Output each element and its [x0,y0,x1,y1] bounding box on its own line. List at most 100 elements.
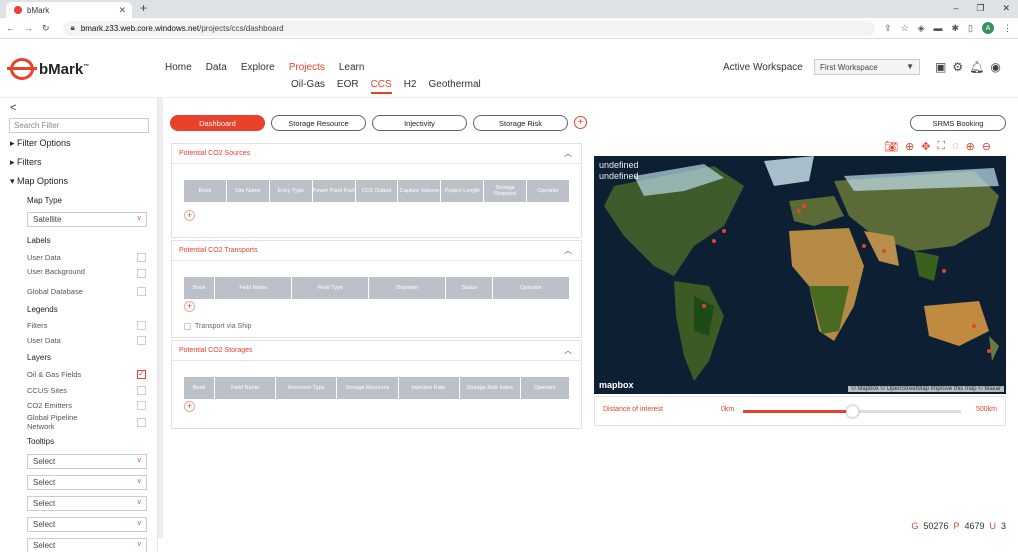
chevron-up-icon[interactable]: ︿ [564,148,572,159]
column-header[interactable]: Field Name [215,277,293,299]
column-header[interactable]: Reservoir Type [276,377,338,399]
column-header[interactable]: Site Name [227,180,270,202]
section-map-options[interactable]: ▾ Map Options [10,176,68,187]
section-filter-options[interactable]: ▸ Filter Options [10,138,71,149]
sidepanel-icon[interactable]: ▯ [968,23,973,34]
apps-icon[interactable]: ▣ [935,60,946,74]
nav-learn[interactable]: Learn [339,62,365,73]
select-box-icon[interactable]: ⛶ [937,140,945,153]
close-tab-icon[interactable]: ✕ [118,5,126,16]
collapse-sidebar-icon[interactable]: < [10,102,16,114]
column-header[interactable]: Storage Resource [337,377,399,399]
forward-icon[interactable]: → [24,23,33,33]
zoom-box-icon[interactable]: ⊕ [905,140,914,153]
add-storage-row-button[interactable]: + [184,401,195,412]
column-header[interactable]: Injection Rate [399,377,460,399]
column-header[interactable]: Fluid Type [292,277,370,299]
column-header[interactable]: Book [184,277,216,299]
layer-ccus-sites-checkbox[interactable] [137,386,146,395]
column-header[interactable]: Field Name [215,377,277,399]
legend-user-data-checkbox[interactable] [137,336,146,345]
add-tab-button[interactable]: + [574,116,587,129]
nav-home[interactable]: Home [165,62,192,73]
pan-icon[interactable]: ✥ [921,140,930,153]
label-user-background-checkbox[interactable] [137,269,146,278]
restore-icon[interactable]: ❐ [976,3,984,14]
settings-gear-icon[interactable]: ⚙ [952,60,963,74]
logo[interactable]: bMark™ [7,58,89,80]
distance-slider-knob[interactable] [846,405,859,418]
column-header[interactable]: Operator [493,277,569,299]
tooltip-select-5[interactable]: Select v [27,538,147,552]
tab-injectivity[interactable]: Injectivity [372,115,467,131]
close-window-icon[interactable]: ✕ [1002,3,1010,14]
tab-dashboard[interactable]: Dashboard [170,115,265,131]
subnav-h2[interactable]: H2 [404,79,417,94]
column-header[interactable]: Status [446,277,493,299]
nav-data[interactable]: Data [206,62,227,73]
legend-filters-checkbox[interactable] [137,321,146,330]
column-header[interactable]: CO2 Output [356,180,399,202]
workspace-select[interactable]: First Workspace ▼ [814,59,920,75]
layer-co2-emitters-checkbox[interactable] [137,401,146,410]
column-header[interactable]: Storage Required [484,180,528,202]
map-type-select[interactable]: Satellite v [27,212,147,227]
puzzle-icon[interactable]: ✱ [952,23,960,34]
srms-booking-button[interactable]: SRMS Booking [910,115,1006,131]
nav-projects[interactable]: Projects [289,62,325,73]
tooltip-select-1[interactable]: Select v [27,454,147,469]
column-header[interactable]: Operator [527,180,569,202]
transport-via-ship[interactable]: Transport via Ship [184,323,252,330]
nav-explore[interactable]: Explore [241,62,275,73]
add-source-row-button[interactable]: + [184,210,195,221]
search-filter-input[interactable]: Search Filter [9,118,149,133]
tooltip-select-4[interactable]: Select v [27,517,147,532]
new-tab-button[interactable]: + [140,1,147,15]
extension-icon[interactable]: ◈ [918,23,925,34]
subnav-ccs[interactable]: CCS [370,79,392,94]
column-header[interactable]: Book [184,180,227,202]
layer-oil-gas-fields-checkbox[interactable] [137,369,146,379]
browser-tab[interactable]: bMark ✕ [6,2,132,18]
camera-icon[interactable]: 📷︎ [884,140,898,153]
satellite-map[interactable]: undefined undefined mapbox © Mapbox © Op… [594,156,1006,394]
chevron-up-icon[interactable]: ︿ [564,345,572,356]
profile-avatar[interactable]: A [982,22,994,34]
url-field[interactable]: 🔒︎ bmark.z33.web.core.windows.net/projec… [62,20,875,36]
tooltip-select-3[interactable]: Select v [27,496,147,511]
column-header[interactable]: Diameter [369,277,447,299]
tab-storage-risk[interactable]: Storage Risk [473,115,568,131]
user-account-icon[interactable]: ◉ [990,60,1000,74]
sidebar-scrollbar[interactable] [158,98,163,538]
column-header[interactable]: Storage Risk Index [460,377,521,399]
bell-icon[interactable]: 🔔︎ [969,60,984,74]
column-header[interactable]: Entry Type [270,180,313,202]
transport-via-ship-checkbox[interactable] [184,323,191,330]
lasso-icon[interactable]: ◌ [952,140,959,153]
label-user-data-checkbox[interactable] [137,253,146,262]
reload-icon[interactable]: ↻ [42,23,50,34]
chevron-up-icon[interactable]: ︿ [564,245,572,256]
map-attribution[interactable]: © Mapbox © OpenStreetMap Improve this ma… [848,386,1004,392]
column-header[interactable]: Book [184,377,216,399]
zoom-out-icon[interactable]: ⊖ [982,140,991,153]
subnav-eor[interactable]: EOR [337,79,359,94]
mapbox-logo[interactable]: mapbox [599,380,634,390]
star-icon[interactable]: ☆ [901,23,909,34]
column-header[interactable]: Project Length [441,180,485,202]
zoom-in-icon[interactable]: ⊕ [966,140,975,153]
column-header[interactable]: Capture Volume [398,180,442,202]
menu-dots-icon[interactable]: ⋮ [1003,23,1012,34]
minimize-icon[interactable]: – [953,3,958,14]
subnav-oil-gas[interactable]: Oil-Gas [291,79,325,94]
tooltip-select-2[interactable]: Select v [27,475,147,490]
add-transport-row-button[interactable]: + [184,301,195,312]
extension2-icon[interactable]: ▬ [934,23,943,33]
tab-storage-resource[interactable]: Storage Resource [271,115,366,131]
column-header[interactable]: Operator [521,377,569,399]
layer-global-pipeline-checkbox[interactable] [137,418,146,427]
section-filters[interactable]: ▸ Filters [10,157,42,168]
share-icon[interactable]: ⇪ [884,23,892,34]
column-header[interactable]: Power Plant Fuel [313,180,356,202]
subnav-geothermal[interactable]: Geothermal [429,79,481,94]
